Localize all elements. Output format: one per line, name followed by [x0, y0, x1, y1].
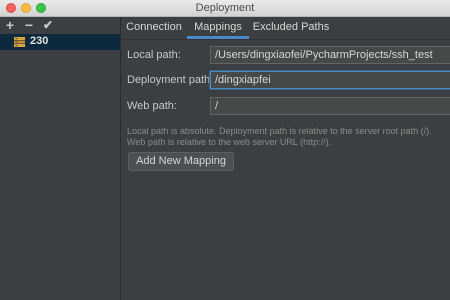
server-list-item[interactable]: 230	[0, 34, 120, 50]
server-list-panel: + − ✔ 230	[0, 17, 121, 300]
server-icon	[14, 37, 25, 47]
deployment-path-label: Deployment path:	[127, 74, 214, 86]
title-bar: Deployment	[0, 0, 450, 17]
local-path-label: Local path:	[127, 49, 181, 61]
path-hint-line-2: Web path is relative to the web server U…	[127, 137, 332, 147]
deployment-path-field[interactable]: /dingxiapfei	[210, 71, 450, 89]
tab-mappings[interactable]: Mappings	[187, 17, 249, 39]
window-title: Deployment	[195, 2, 255, 14]
tab-excluded-paths[interactable]: Excluded Paths	[249, 17, 333, 39]
add-server-button[interactable]: +	[3, 17, 17, 33]
server-name: 230	[30, 35, 49, 47]
tab-connection[interactable]: Connection	[121, 17, 187, 39]
web-path-field[interactable]: /	[210, 97, 450, 115]
path-hint-line-1: Local path is absolute. Deployment path …	[127, 126, 432, 136]
server-toolbar: + − ✔	[0, 17, 120, 33]
remove-server-button[interactable]: −	[22, 17, 36, 33]
set-default-server-button[interactable]: ✔	[41, 17, 55, 33]
settings-panel: Connection Mappings Excluded Paths Local…	[121, 17, 450, 300]
tab-bar: Connection Mappings Excluded Paths	[121, 17, 450, 40]
local-path-field[interactable]: /Users/dingxiaofei/PycharmProjects/ssh_t…	[210, 46, 450, 64]
add-new-mapping-button[interactable]: Add New Mapping	[128, 152, 234, 171]
web-path-label: Web path:	[127, 100, 177, 112]
